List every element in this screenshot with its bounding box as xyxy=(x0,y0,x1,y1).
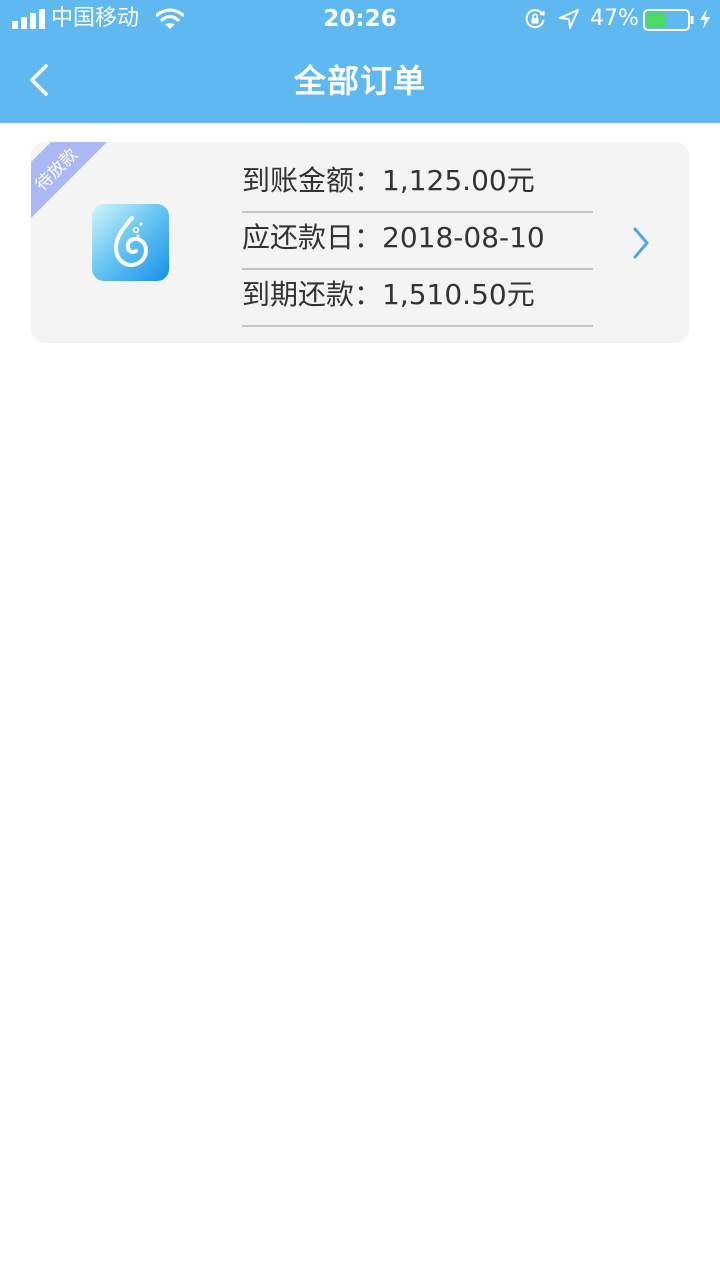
battery-icon xyxy=(643,9,694,31)
rotation-lock-icon xyxy=(525,9,545,29)
arrival-amount-label: 到账金额： xyxy=(242,164,383,197)
nav-bar: 全部订单 xyxy=(0,40,720,123)
app-logo-icon xyxy=(92,204,169,281)
order-details: 到账金额：1,125.00元 应还款日：2018-08-10 到期还款：1,51… xyxy=(242,156,593,327)
order-card[interactable]: 待放款 到账金额：1,125.00元 应还款日：2018-08-10 到期还款：… xyxy=(31,142,689,343)
header: 中国移动 20:26 47% 全部订单 xyxy=(0,0,720,123)
arrival-amount-value: 1,125.00元 xyxy=(382,164,535,197)
due-repayment-row: 到期还款：1,510.50元 xyxy=(242,270,593,327)
page-title: 全部订单 xyxy=(293,62,426,100)
battery-fill xyxy=(646,12,666,28)
status-bar: 中国移动 20:26 47% xyxy=(0,0,720,40)
battery-percent: 47% xyxy=(590,6,639,31)
due-repayment-value: 1,510.50元 xyxy=(382,278,535,311)
arrival-amount-row: 到账金额：1,125.00元 xyxy=(242,156,593,213)
repayment-date-label: 应还款日： xyxy=(242,221,383,254)
repayment-date-value: 2018-08-10 xyxy=(382,221,545,254)
repayment-date-row: 应还款日：2018-08-10 xyxy=(242,213,593,270)
charging-bolt-icon xyxy=(700,9,710,29)
due-repayment-label: 到期还款： xyxy=(242,278,383,311)
location-arrow-icon xyxy=(559,9,579,29)
chevron-right-icon[interactable] xyxy=(631,226,651,260)
